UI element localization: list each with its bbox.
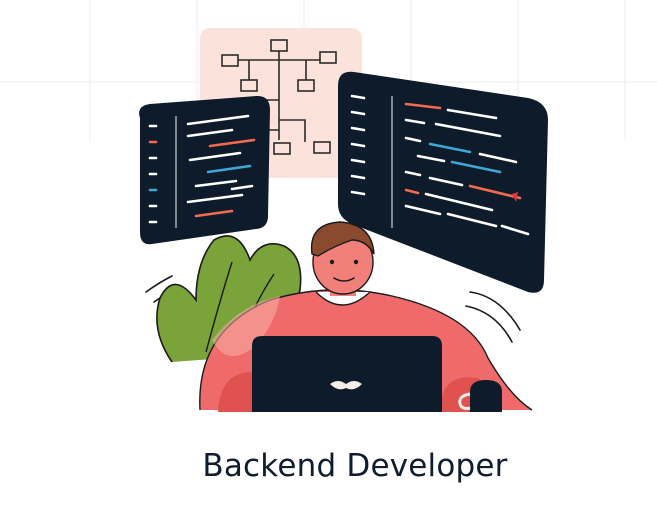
backend-developer-illustration bbox=[139, 28, 548, 412]
card-title: Backend Developer bbox=[202, 448, 508, 484]
laptop bbox=[252, 336, 442, 412]
left-code-monitor bbox=[139, 95, 270, 245]
